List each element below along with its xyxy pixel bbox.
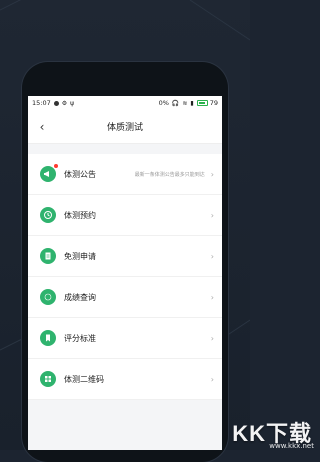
headphone-icon: 🎧	[172, 100, 179, 107]
menu-item-label: 免测申请	[64, 251, 96, 262]
title-bar: ‹ 体质测试	[28, 110, 222, 144]
status-time: 15:07	[32, 99, 51, 107]
notification-badge	[54, 164, 58, 168]
menu-item-announcement[interactable]: 体测公告 最新一条体测公告最多只能到达 ›	[28, 154, 222, 195]
back-arrow-icon[interactable]: ‹	[34, 119, 50, 135]
document-icon	[40, 248, 56, 264]
chevron-right-icon: ›	[211, 211, 214, 220]
signal-icon: ▮	[190, 100, 193, 107]
bookmark-icon	[40, 330, 56, 346]
menu-list: 体测公告 最新一条体测公告最多只能到达 › 体测预约 › 免测申请 › 成绩查询…	[28, 154, 222, 400]
menu-item-exemption[interactable]: 免测申请 ›	[28, 236, 222, 277]
status-bar: 15:07 ⚙ ψ 0% 🎧 ≋ ▮ 79	[28, 96, 222, 110]
menu-item-label: 评分标准	[64, 333, 96, 344]
app-screen: 15:07 ⚙ ψ 0% 🎧 ≋ ▮ 79 ‹ 体质测试 体测公告 最新一条体	[28, 96, 222, 450]
battery-icon	[197, 100, 208, 106]
page-title: 体质测试	[107, 120, 143, 133]
menu-item-label: 体测二维码	[64, 374, 104, 385]
grid-icon	[40, 371, 56, 387]
menu-item-criteria[interactable]: 评分标准 ›	[28, 318, 222, 359]
menu-item-hint: 最新一条体测公告最多只能到达	[135, 171, 205, 178]
menu-item-qrcode[interactable]: 体测二维码 ›	[28, 359, 222, 400]
chevron-right-icon: ›	[211, 375, 214, 384]
status-icon-2: ⚙	[62, 100, 67, 107]
clock-icon	[40, 207, 56, 223]
battery-level: 79	[210, 99, 218, 107]
menu-item-scores[interactable]: 成绩查询 ›	[28, 277, 222, 318]
battery-indicator: 79	[197, 99, 218, 107]
chevron-right-icon: ›	[211, 334, 214, 343]
menu-item-label: 成绩查询	[64, 292, 96, 303]
chevron-right-icon: ›	[211, 252, 214, 261]
watermark-url: www.kkx.net	[269, 442, 314, 450]
circle-icon	[40, 289, 56, 305]
menu-item-label: 体测公告	[64, 169, 96, 180]
net-speed: 0%	[159, 99, 169, 107]
wifi-icon: ≋	[182, 100, 187, 107]
usb-icon: ψ	[70, 100, 74, 107]
chevron-right-icon: ›	[211, 170, 214, 179]
chevron-right-icon: ›	[211, 293, 214, 302]
megaphone-icon	[40, 166, 56, 182]
status-icon	[54, 101, 59, 106]
menu-item-label: 体测预约	[64, 210, 96, 221]
menu-item-reservation[interactable]: 体测预约 ›	[28, 195, 222, 236]
